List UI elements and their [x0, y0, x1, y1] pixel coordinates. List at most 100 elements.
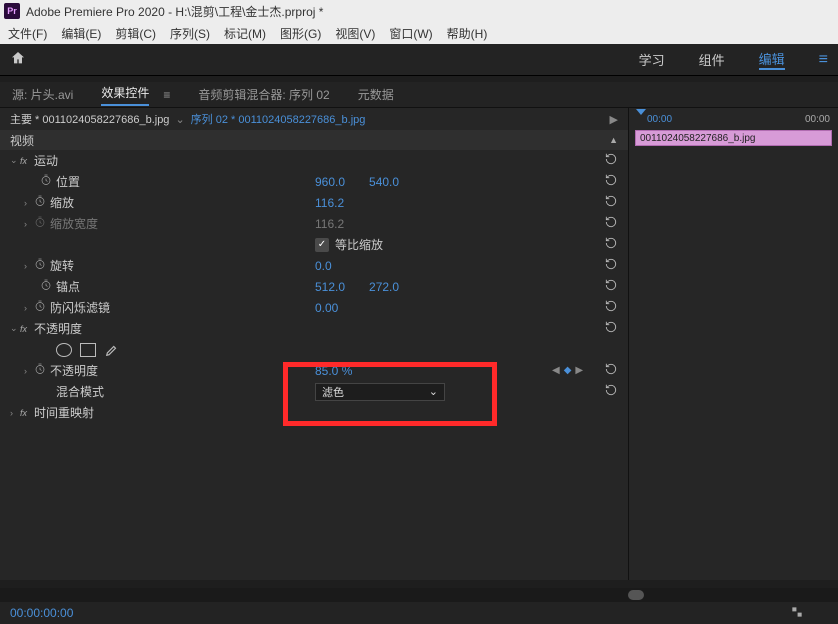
- tab-metadata[interactable]: 元数据: [358, 86, 394, 103]
- breadcrumb-master[interactable]: 主要 * 0011024058227686_b.jpg: [10, 111, 169, 127]
- anchor-label: 锚点: [56, 278, 80, 295]
- collapse-icon[interactable]: ▲: [609, 135, 618, 145]
- scale-width-label: 缩放宽度: [50, 215, 98, 232]
- blend-mode-row: 混合模式 滤色 ⌄: [0, 381, 628, 402]
- uniform-scale-label: 等比缩放: [335, 236, 383, 253]
- play-icon[interactable]: ▶: [610, 113, 618, 126]
- opacity-value[interactable]: 85.0 %: [315, 364, 352, 378]
- opacity-group[interactable]: ⌄fx 不透明度: [0, 318, 628, 339]
- pen-mask-icon[interactable]: [104, 343, 120, 357]
- tab-effect-controls[interactable]: 效果控件: [101, 84, 149, 106]
- blend-mode-label: 混合模式: [56, 383, 104, 400]
- stopwatch-icon[interactable]: [34, 258, 50, 273]
- workspace-bar: 学习 组件 编辑 ≡: [0, 44, 838, 76]
- time-remap-label: 时间重映射: [34, 404, 94, 421]
- reset-icon[interactable]: [604, 278, 618, 295]
- clip-breadcrumb: 主要 * 0011024058227686_b.jpg ⌄ 序列 02 * 00…: [0, 108, 628, 130]
- workspace-menu-icon[interactable]: ≡: [819, 51, 828, 69]
- playhead-icon[interactable]: [635, 108, 647, 123]
- tool-icon[interactable]: [790, 605, 804, 622]
- reset-icon[interactable]: [604, 215, 618, 232]
- video-section-header: 视频 ▲: [0, 130, 628, 150]
- chevron-down-icon: ⌄: [429, 385, 438, 398]
- scrollbar-horizontal[interactable]: [0, 588, 838, 602]
- motion-group[interactable]: ⌄fx 运动: [0, 150, 628, 171]
- scale-width-row: › 缩放宽度 116.2: [0, 213, 628, 234]
- time-end: 00:00: [805, 114, 830, 125]
- stopwatch-icon[interactable]: [40, 279, 56, 294]
- status-bar: 00:00:00:00: [0, 602, 838, 624]
- keyframe-navigator[interactable]: ◀ ◆ ▶: [552, 365, 583, 376]
- reset-icon[interactable]: [604, 194, 618, 211]
- workspace-editing[interactable]: 编辑: [759, 49, 785, 70]
- opacity-label: 不透明度: [50, 362, 98, 379]
- scale-value[interactable]: 116.2: [315, 196, 344, 210]
- anti-flicker-label: 防闪烁滤镜: [50, 299, 110, 316]
- menu-marker[interactable]: 标记(M): [224, 25, 266, 42]
- stopwatch-icon[interactable]: [34, 300, 50, 315]
- scale-label: 缩放: [50, 194, 74, 211]
- anti-flicker-row: › 防闪烁滤镜 0.00: [0, 297, 628, 318]
- timeline-clip[interactable]: 0011024058227686_b.jpg: [635, 130, 832, 146]
- time-start: 00:00: [647, 114, 672, 125]
- scroll-thumb[interactable]: [628, 590, 644, 600]
- opacity-value-row: › 不透明度 85.0 % ◀ ◆ ▶: [0, 360, 628, 381]
- timeline-ruler[interactable]: 00:00 00:00: [629, 108, 838, 130]
- reset-icon[interactable]: [604, 320, 618, 337]
- workspace-learn[interactable]: 学习: [639, 50, 665, 69]
- reset-icon[interactable]: [604, 173, 618, 190]
- uniform-scale-checkbox[interactable]: ✓: [315, 238, 329, 252]
- menu-file[interactable]: 文件(F): [8, 25, 47, 42]
- reset-icon[interactable]: [604, 257, 618, 274]
- rotation-value[interactable]: 0.0: [315, 259, 332, 273]
- breadcrumb-sequence[interactable]: 序列 02 * 0011024058227686_b.jpg: [191, 111, 366, 127]
- stopwatch-icon: [34, 216, 50, 231]
- export-icon[interactable]: [814, 605, 828, 622]
- video-section-label: 视频: [10, 132, 34, 149]
- anchor-row: 锚点 512.0272.0: [0, 276, 628, 297]
- effect-controls-panel: 主要 * 0011024058227686_b.jpg ⌄ 序列 02 * 00…: [0, 108, 628, 580]
- menubar: 文件(F) 编辑(E) 剪辑(C) 序列(S) 标记(M) 图形(G) 视图(V…: [0, 22, 838, 44]
- uniform-scale-row: ✓ 等比缩放: [0, 234, 628, 255]
- menu-help[interactable]: 帮助(H): [447, 25, 488, 42]
- panel-menu-icon[interactable]: ≡: [163, 88, 170, 102]
- reset-icon[interactable]: [604, 383, 618, 400]
- time-remap-group[interactable]: ›fx 时间重映射: [0, 402, 628, 423]
- motion-label: 运动: [34, 152, 58, 169]
- stopwatch-icon[interactable]: [34, 195, 50, 210]
- menu-window[interactable]: 窗口(W): [389, 25, 432, 42]
- home-icon[interactable]: [10, 50, 26, 69]
- panel-tab-bar: 源: 片头.avi 效果控件 ≡ 音频剪辑混合器: 序列 02 元数据: [0, 82, 838, 108]
- menu-clip[interactable]: 剪辑(C): [115, 25, 156, 42]
- titlebar: Pr Adobe Premiere Pro 2020 - H:\混剪\工程\金士…: [0, 0, 838, 22]
- chevron-down-icon[interactable]: ⌄: [175, 113, 184, 126]
- stopwatch-icon[interactable]: [34, 363, 50, 378]
- reset-icon[interactable]: [604, 152, 618, 169]
- position-x[interactable]: 960.0540.0: [315, 175, 399, 189]
- reset-icon[interactable]: [604, 236, 618, 253]
- blend-mode-select[interactable]: 滤色 ⌄: [315, 383, 445, 401]
- opacity-group-label: 不透明度: [34, 320, 82, 337]
- scale-width-value: 116.2: [315, 217, 344, 231]
- tab-source[interactable]: 源: 片头.avi: [12, 86, 73, 103]
- anti-flicker-value[interactable]: 0.00: [315, 301, 338, 315]
- menu-edit[interactable]: 编辑(E): [61, 25, 101, 42]
- effect-timeline: 00:00 00:00 0011024058227686_b.jpg: [628, 108, 838, 580]
- menu-sequence[interactable]: 序列(S): [170, 25, 210, 42]
- tab-audio-mixer[interactable]: 音频剪辑混合器: 序列 02: [198, 86, 329, 103]
- menu-graphics[interactable]: 图形(G): [280, 25, 321, 42]
- rectangle-mask-icon[interactable]: [80, 343, 96, 357]
- ellipse-mask-icon[interactable]: [56, 343, 72, 357]
- menu-view[interactable]: 视图(V): [335, 25, 375, 42]
- rotation-row: › 旋转 0.0: [0, 255, 628, 276]
- reset-icon[interactable]: [604, 362, 618, 379]
- anchor-value[interactable]: 512.0272.0: [315, 280, 399, 294]
- window-title: Adobe Premiere Pro 2020 - H:\混剪\工程\金士杰.p…: [26, 3, 323, 20]
- blend-mode-value: 滤色: [322, 384, 344, 400]
- scale-row: › 缩放 116.2: [0, 192, 628, 213]
- stopwatch-icon[interactable]: [40, 174, 56, 189]
- mask-tools-row: [0, 339, 628, 360]
- workspace-assembly[interactable]: 组件: [699, 50, 725, 69]
- timecode[interactable]: 00:00:00:00: [10, 606, 73, 620]
- reset-icon[interactable]: [604, 299, 618, 316]
